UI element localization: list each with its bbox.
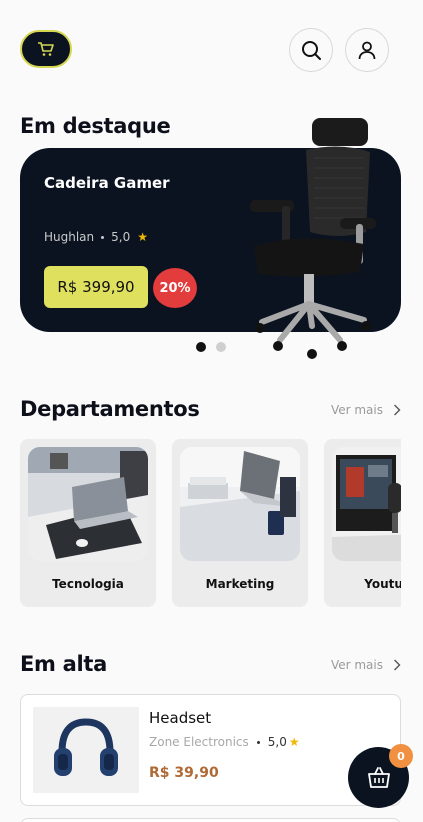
carousel-indicator	[196, 342, 226, 352]
featured-brand: Hughlan	[44, 230, 95, 244]
see-more-label: Ver mais	[330, 403, 383, 417]
department-card-youtube[interactable]: Youtube	[324, 439, 401, 607]
featured-product-name: Cadeira Gamer	[44, 174, 170, 192]
carousel-dot-1[interactable]	[196, 342, 206, 352]
department-image	[332, 447, 401, 561]
featured-rating: 5,0	[111, 230, 131, 244]
see-more-label: Ver mais	[330, 658, 383, 672]
department-image	[180, 447, 300, 561]
separator-dot	[256, 740, 260, 744]
featured-product-meta: Hughlan 5,0 ★	[44, 230, 148, 244]
star-icon: ★	[288, 735, 300, 749]
department-label: Marketing	[205, 577, 275, 591]
product-card-headset[interactable]: Headset Zone Electronics 5,0 ★ R$ 39,90	[20, 694, 401, 806]
product-price: R$ 39,90	[149, 765, 219, 781]
carousel-dot-2[interactable]	[216, 342, 226, 352]
search-icon	[302, 41, 321, 60]
product-rating: 5,0	[267, 735, 287, 749]
department-label: Youtube	[364, 577, 401, 591]
department-card-marketing[interactable]: Marketing	[172, 439, 308, 607]
user-icon	[358, 41, 376, 60]
discount-badge: 20%	[153, 268, 197, 308]
gaming-chair-image	[250, 118, 376, 359]
logo-cart-button[interactable]	[20, 30, 72, 68]
department-label: Tecnologia	[52, 577, 124, 591]
product-name: Headset	[149, 709, 212, 727]
departments-carousel[interactable]: Tecnologia Marketing Youtu	[20, 439, 401, 609]
trending-see-more-link[interactable]: Ver mais	[331, 658, 401, 672]
product-meta: Zone Electronics 5,0 ★	[149, 735, 300, 749]
featured-section-title: Em destaque	[20, 114, 171, 138]
departments-see-more-link[interactable]: Ver mais	[331, 403, 401, 417]
profile-button[interactable]	[345, 28, 389, 72]
separator-dot	[101, 235, 105, 239]
featured-price: R$ 399,90	[44, 266, 148, 308]
star-icon: ★	[137, 230, 149, 244]
trending-section-title: Em alta	[20, 652, 108, 676]
shopping-bag-icon	[367, 766, 390, 788]
department-image	[28, 447, 148, 561]
department-card-tecnologia[interactable]: Tecnologia	[20, 439, 156, 607]
cart-icon	[38, 42, 54, 56]
search-button[interactable]	[289, 28, 333, 72]
top-bar	[20, 28, 389, 72]
chevron-right-icon	[394, 659, 401, 671]
chevron-right-icon	[394, 404, 401, 416]
departments-section-title: Departamentos	[20, 397, 200, 421]
product-brand: Zone Electronics	[149, 735, 249, 749]
cart-count-badge: 0	[389, 744, 413, 768]
headset-image	[33, 707, 139, 793]
product-card-next[interactable]	[20, 818, 401, 822]
